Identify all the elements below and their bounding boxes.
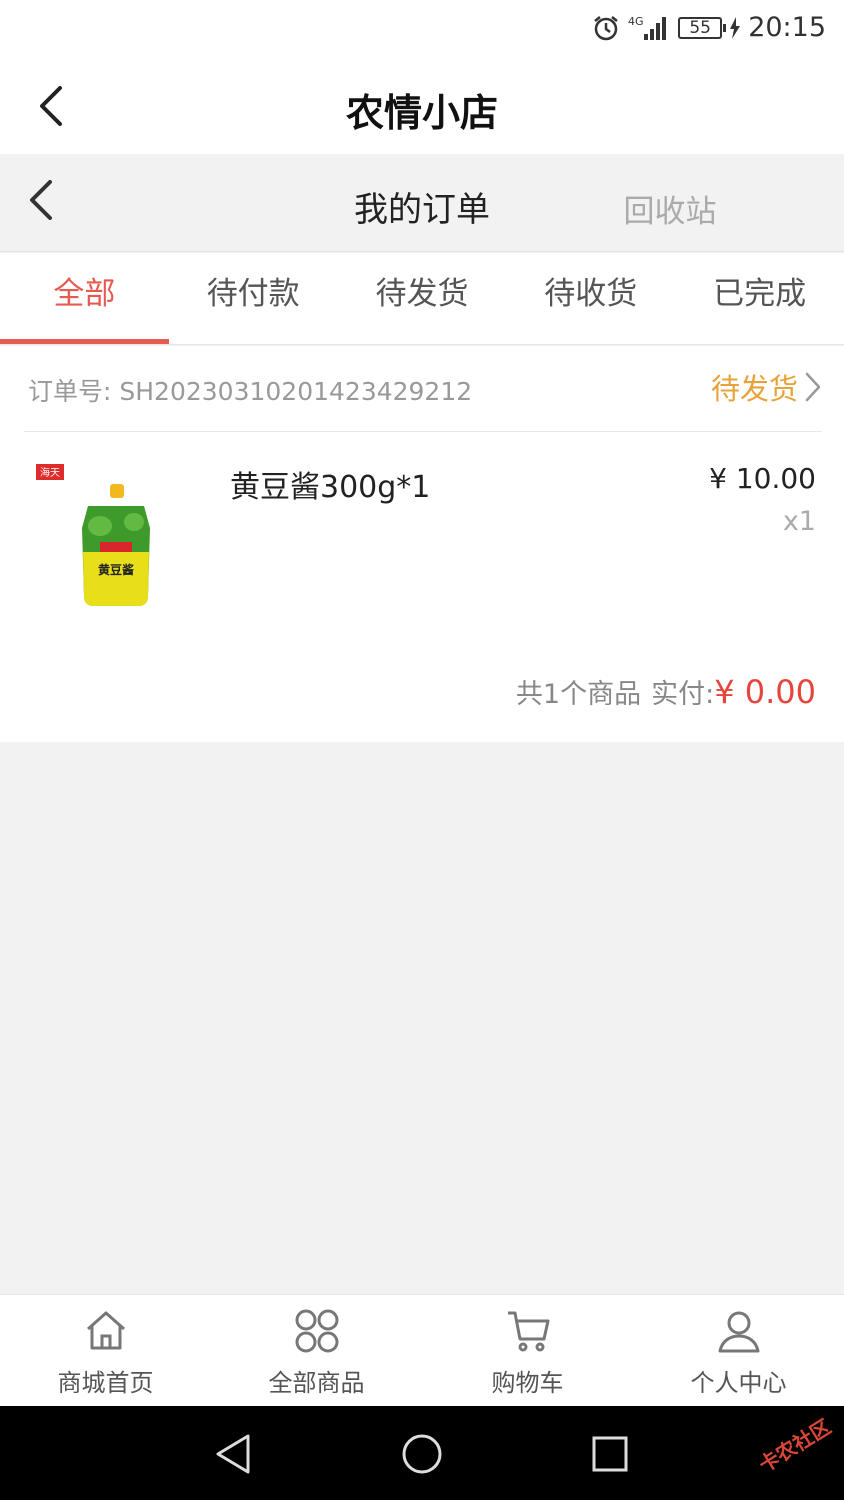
order-card[interactable]: 订单号: SH20230310201423429212 待发货 海天 黄豆酱 黄… [0, 346, 844, 742]
package-label: 黄豆酱 [98, 562, 134, 577]
system-back-icon[interactable] [210, 1430, 258, 1478]
item-count: 共1个商品 [515, 679, 642, 710]
recycle-bin-link[interactable]: 回收站 [590, 186, 750, 231]
app-header: 农情小店 [0, 58, 844, 154]
tab-pending-receipt[interactable]: 待收货 [506, 253, 675, 344]
tab-completed[interactable]: 已完成 [675, 253, 844, 344]
nav-all-products[interactable]: 全部商品 [211, 1295, 422, 1406]
alarm-icon [594, 15, 618, 40]
status-time: 20:15 [748, 12, 826, 43]
tab-pending-payment[interactable]: 待付款 [169, 253, 338, 344]
product-name[interactable]: 黄豆酱300g*1 [230, 462, 430, 506]
tab-all[interactable]: 全部 [0, 253, 169, 344]
nav-all-products-label: 全部商品 [268, 1369, 365, 1397]
grid-icon [295, 1309, 338, 1353]
order-summary: 共1个商品 实付: ¥ 0.00 [516, 672, 816, 711]
status-bar: 4G 55 20:15 [0, 0, 844, 58]
charging-icon [730, 16, 741, 39]
nav-cart-label: 购物车 [491, 1369, 564, 1397]
order-status-label: 待发货 [710, 372, 798, 406]
product-price: ¥ 10.00 [709, 462, 816, 495]
nav-profile[interactable]: 个人中心 [633, 1295, 844, 1406]
product-quantity: x1 [782, 506, 816, 537]
paid-label: 实付: [651, 679, 715, 710]
order-status[interactable]: 待发货 [711, 366, 822, 408]
order-header: 订单号: SH20230310201423429212 待发货 [24, 346, 822, 432]
page-title: 我的订单 [354, 190, 490, 230]
user-icon [718, 1311, 759, 1353]
tab-pending-shipment[interactable]: 待发货 [338, 253, 507, 344]
battery-indicator: 55 [678, 16, 727, 39]
product-image[interactable]: 海天 黄豆酱 [30, 456, 170, 616]
chevron-left-icon [30, 180, 52, 220]
system-nav-bar: 卡农社区 [0, 1406, 844, 1500]
bottom-nav: 商城首页 全部商品 购物车 个人中心 [0, 1294, 844, 1406]
signal-icon: 4G [628, 15, 667, 40]
nav-home-label: 商城首页 [57, 1369, 154, 1397]
paid-amount: ¥ 0.00 [714, 673, 816, 711]
back-button[interactable] [22, 174, 62, 226]
order-number: 订单号: SH20230310201423429212 [28, 377, 473, 406]
nav-cart[interactable]: 购物车 [422, 1295, 633, 1406]
watermark: 卡农社区 [754, 1414, 836, 1478]
order-tabs: 全部 待付款 待发货 待收货 已完成 [0, 253, 844, 345]
brand-logo-text: 海天 [40, 466, 60, 479]
app-title: 农情小店 [345, 91, 498, 135]
chevron-right-icon [805, 372, 821, 402]
nav-home[interactable]: 商城首页 [0, 1295, 211, 1406]
network-label: 4G [628, 15, 644, 28]
page-header: 我的订单 回收站 [0, 154, 844, 252]
nav-profile-label: 个人中心 [690, 1369, 787, 1397]
system-recents-icon[interactable] [586, 1430, 634, 1478]
home-icon [86, 1311, 125, 1350]
system-home-icon[interactable] [398, 1430, 446, 1478]
cart-icon [507, 1311, 549, 1352]
